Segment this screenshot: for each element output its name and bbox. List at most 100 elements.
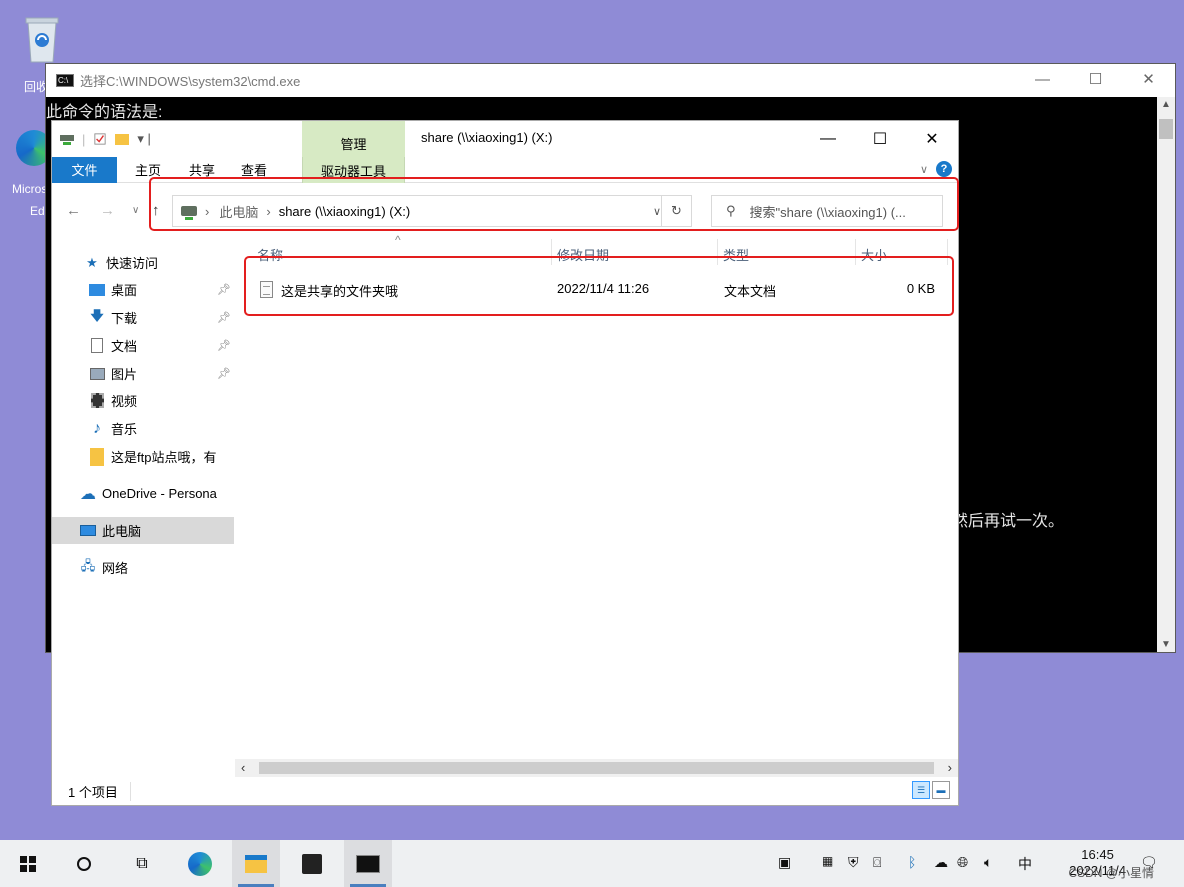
task-view-icon: ⧉: [136, 854, 148, 872]
onedrive-icon[interactable]: ☁: [934, 854, 948, 871]
notifications-icon[interactable]: 🗨︎: [1140, 854, 1158, 871]
usb-icon[interactable]: ⌼: [873, 854, 881, 871]
cloud-icon: ☁: [80, 485, 96, 503]
drive-icon[interactable]: [60, 133, 74, 145]
cmd-minimize-button[interactable]: —: [1016, 64, 1069, 94]
sidebar-item-label: 文档: [111, 339, 138, 354]
start-button[interactable]: [4, 840, 52, 887]
toolbar-divider: |: [82, 131, 86, 147]
explorer-window[interactable]: | ▾ | 管理 share (\\xiaoxing1) (X:) — ☐ ✕ …: [51, 120, 959, 806]
vmware-icon[interactable]: ▦: [822, 854, 833, 868]
sidebar-item-quick-access[interactable]: ★ 快速访问: [52, 249, 234, 276]
scroll-down-icon[interactable]: ▼: [1157, 639, 1175, 650]
sidebar-item-this-pc[interactable]: 此电脑: [52, 517, 234, 544]
volume-icon[interactable]: 🔈︎: [984, 854, 992, 871]
folder-icon: [89, 447, 105, 466]
new-folder-icon[interactable]: [115, 133, 130, 145]
cmd-output-line-right: 然后再试一次。: [952, 513, 1065, 530]
highlight-file-row: [244, 256, 954, 316]
network-icon: 🖧: [80, 557, 96, 573]
explorer-maximize-button[interactable]: ☐: [854, 121, 906, 157]
explorer-minimize-button[interactable]: —: [802, 121, 854, 157]
cmd-scroll-thumb[interactable]: [1159, 119, 1173, 139]
sidebar-item-label: 此电脑: [102, 524, 142, 539]
security-shield-icon[interactable]: ⛨: [848, 854, 859, 871]
explorer-close-button[interactable]: ✕: [906, 121, 958, 157]
forward-arrow-icon[interactable]: →: [100, 202, 115, 219]
cmd-icon: C:\: [56, 74, 74, 87]
horizontal-scroll-thumb[interactable]: [259, 762, 934, 774]
recycle-bin-icon: [25, 17, 59, 63]
cmd-titlebar[interactable]: C:\ 选择C:\WINDOWS\system32\cmd.exe — ☐ ✕: [46, 64, 1175, 97]
sort-ascending-icon: ^: [395, 233, 401, 247]
network-globe-icon[interactable]: 🌐︎: [957, 854, 968, 871]
task-view-button[interactable]: ⧉: [118, 840, 166, 887]
pin-icon[interactable]: 📌︎: [217, 339, 231, 352]
ime-indicator[interactable]: 中: [1018, 854, 1032, 874]
folder-icon: [245, 854, 267, 873]
customize-toolbar-icon[interactable]: ▾ |: [137, 131, 151, 147]
horizontal-scrollbar[interactable]: ‹ ›: [235, 759, 958, 777]
cmd-title: 选择C:\WINDOWS\system32\cmd.exe: [80, 74, 301, 89]
sidebar-item-music[interactable]: ♪ 音乐: [52, 415, 234, 442]
computer-icon: [80, 523, 96, 539]
pin-icon[interactable]: 📌︎: [217, 367, 231, 380]
expand-ribbon-icon[interactable]: ∨: [920, 163, 928, 176]
desktop-peek-icon[interactable]: ▣: [778, 854, 791, 871]
sidebar-item-label: 这是ftp站点哦，有: [111, 450, 217, 465]
sidebar-item-pictures[interactable]: 图片 📌︎: [52, 360, 234, 387]
item-count: 1 个项目: [52, 781, 131, 801]
taskbar-cmd[interactable]: [344, 840, 392, 887]
sidebar-item-label: OneDrive - Persona: [102, 486, 217, 501]
scroll-up-icon[interactable]: ▲: [1157, 99, 1175, 110]
sidebar-item-label: 音乐: [111, 422, 138, 437]
pin-icon[interactable]: 📌︎: [217, 283, 231, 296]
navigation-pane: ★ 快速访问 桌面 📌︎ 🡇 下载 📌︎ 文档 📌︎ 图片 📌︎ 视频 ♪ 音乐…: [52, 239, 234, 779]
sidebar-item-label: 图片: [111, 367, 138, 382]
cmd-close-button[interactable]: ✕: [1122, 64, 1175, 94]
file-list[interactable]: ^ 名称 修改日期 类型 大小 这是共享的文件夹哦 2022/11/4 11:2…: [235, 233, 958, 759]
recent-locations-icon[interactable]: ∨: [132, 205, 139, 216]
explorer-title: share (\\xiaoxing1) (X:): [421, 130, 553, 145]
status-bar: 1 个项目 ☰ ▬: [52, 777, 958, 805]
search-button[interactable]: [60, 840, 108, 887]
desktop-folder-icon: [89, 282, 105, 298]
sidebar-item-videos[interactable]: 视频: [52, 387, 234, 414]
videos-icon: [89, 393, 105, 409]
taskbar-file-explorer[interactable]: [232, 840, 280, 887]
help-icon[interactable]: ?: [936, 161, 952, 177]
cmd-icon: [356, 854, 380, 873]
sidebar-item-onedrive[interactable]: ☁ OneDrive - Persona: [52, 480, 234, 507]
sidebar-item-label: 网络: [102, 561, 129, 576]
sidebar-item-documents[interactable]: 文档 📌︎: [52, 332, 234, 359]
star-icon: ★: [86, 254, 98, 270]
highlight-address-search: [149, 177, 959, 231]
back-arrow-icon[interactable]: ←: [66, 202, 81, 219]
large-icons-view-icon[interactable]: ▬: [932, 781, 950, 799]
sidebar-item-label: 视频: [111, 394, 138, 409]
download-arrow-icon: 🡇: [90, 307, 104, 323]
store-bag-icon: [302, 853, 322, 874]
details-view-icon[interactable]: ☰: [912, 781, 930, 799]
scroll-right-icon[interactable]: ›: [948, 760, 952, 775]
tab-manage[interactable]: 管理: [302, 121, 405, 157]
sidebar-item-label: 桌面: [111, 283, 138, 298]
pin-icon[interactable]: 📌︎: [217, 311, 231, 324]
quick-access-toolbar: | ▾ |: [52, 121, 302, 157]
scroll-left-icon[interactable]: ‹: [241, 760, 245, 775]
properties-icon[interactable]: [93, 133, 107, 145]
cmd-scrollbar[interactable]: ▲ ▼: [1157, 97, 1175, 652]
sidebar-item-desktop[interactable]: 桌面 📌︎: [52, 276, 234, 303]
tab-file[interactable]: 文件: [52, 156, 117, 183]
cmd-maximize-button[interactable]: ☐: [1069, 64, 1122, 94]
sidebar-item-downloads[interactable]: 🡇 下载 📌︎: [52, 304, 234, 331]
bluetooth-icon[interactable]: ᛒ: [908, 854, 916, 870]
music-note-icon: ♪: [93, 419, 101, 437]
taskbar-store[interactable]: [288, 840, 336, 887]
sidebar-item-network[interactable]: 🖧 网络: [52, 554, 234, 581]
sidebar-item-ftp-folder[interactable]: 这是ftp站点哦，有: [52, 443, 234, 470]
sidebar-item-label: 下载: [111, 311, 138, 326]
taskbar-edge[interactable]: [176, 840, 224, 887]
edge-icon: [188, 851, 212, 876]
windows-logo-icon: [20, 855, 36, 872]
